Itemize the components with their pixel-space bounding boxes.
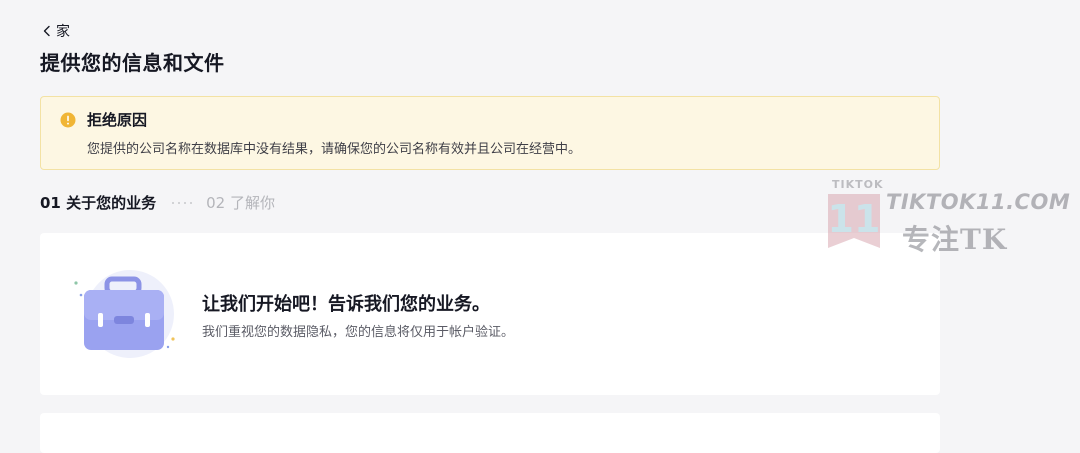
watermark-top-text: TIKTOK bbox=[832, 178, 884, 191]
watermark-badge-icon: 11 bbox=[828, 194, 881, 248]
step-connector bbox=[172, 201, 193, 204]
intro-subtext: 我们重视您的数据隐私，您的信息将仅用于帐户验证。 bbox=[202, 325, 515, 340]
intro-card: 让我们开始吧！告诉我们您的业务。 我们重视您的数据隐私，您的信息将仅用于帐户验证… bbox=[40, 233, 940, 395]
intro-heading: 让我们开始吧！告诉我们您的业务。 bbox=[202, 294, 490, 315]
step-1-label: 01 关于您的业务 bbox=[40, 194, 157, 212]
back-link[interactable]: 家 bbox=[42, 21, 70, 41]
watermark: TIKTOK 11 TIKTOK11.COM 专注TK bbox=[826, 178, 1070, 258]
page-title: 提供您的信息和文件 bbox=[40, 51, 225, 75]
warning-dot-icon bbox=[60, 112, 76, 128]
back-link-label: 家 bbox=[56, 24, 70, 40]
next-card bbox=[40, 413, 940, 453]
rejection-alert: 拒绝原因 您提供的公司名称在数据库中没有结果，请确保您的公司名称有效并且公司在经… bbox=[40, 96, 940, 170]
alert-message: 您提供的公司名称在数据库中没有结果，请确保您的公司名称有效并且公司在经营中。 bbox=[87, 142, 582, 157]
briefcase-icon bbox=[74, 270, 175, 358]
chevron-left-icon bbox=[43, 25, 50, 37]
watermark-domain: TIKTOK11.COM bbox=[886, 190, 1071, 214]
svg-text:11: 11 bbox=[828, 197, 881, 241]
watermark-sub: 专注TK bbox=[902, 223, 1008, 256]
alert-title: 拒绝原因 bbox=[87, 111, 148, 129]
step-indicator: 01 关于您的业务 02 了解你 bbox=[40, 192, 275, 213]
step-2-label: 02 了解你 bbox=[206, 194, 275, 212]
